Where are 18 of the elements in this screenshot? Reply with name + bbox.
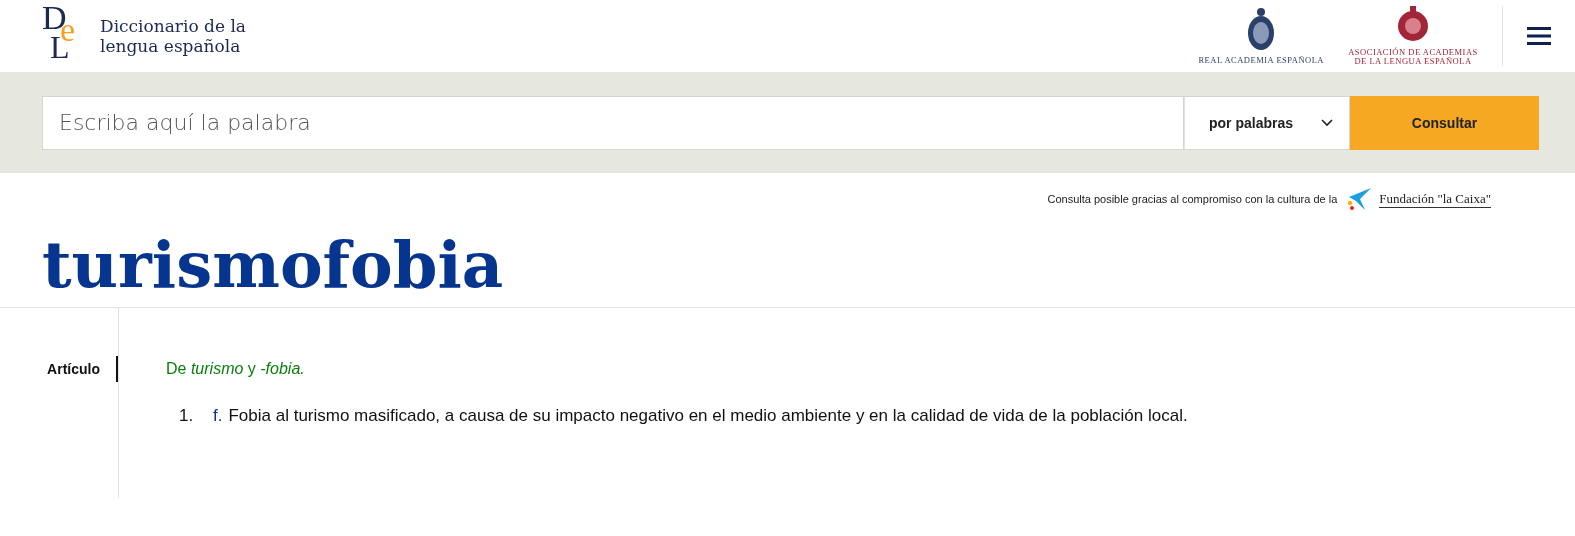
sense-number: 1. (179, 406, 195, 426)
partner-caption[interactable]: ASOCIACIÓN DE ACADEMIAS DE LA LENGUA ESPAÑOLA (1348, 48, 1478, 66)
mode-dropdown[interactable]: por palabras (1184, 95, 1350, 150)
sponsor-brand[interactable]: Fundación "la Caixa" (1379, 190, 1491, 208)
search-field[interactable]: Escriba aquí la palabra (42, 95, 1184, 150)
sponsor-text: Consulta posible gracias al compromiso con la cultura de la (1047, 193, 1338, 205)
definition: Fobia al turismo masificado, a causa de su impacto negativo en el medio ambiente y en la calidad de vida de la población local. (228, 406, 1188, 426)
crest-icon[interactable] (1246, 7, 1277, 53)
site-title[interactable]: Diccionario de la lengua española (100, 16, 246, 56)
partner-caption[interactable]: REAL ACADEMIA ESPAÑOLA (1198, 55, 1324, 65)
headword: turismofobia (0, 211, 1575, 308)
etymology: De turismo y -fobia. (166, 359, 306, 379)
search-button[interactable]: Consultar (1350, 95, 1539, 150)
article-tab[interactable]: Artículo (47, 356, 118, 382)
chevron-icon (1321, 118, 1333, 127)
star-icon[interactable] (1345, 188, 1372, 210)
menu-icon[interactable] (1527, 27, 1551, 45)
grammar-abbreviation[interactable]: f. (213, 406, 223, 426)
